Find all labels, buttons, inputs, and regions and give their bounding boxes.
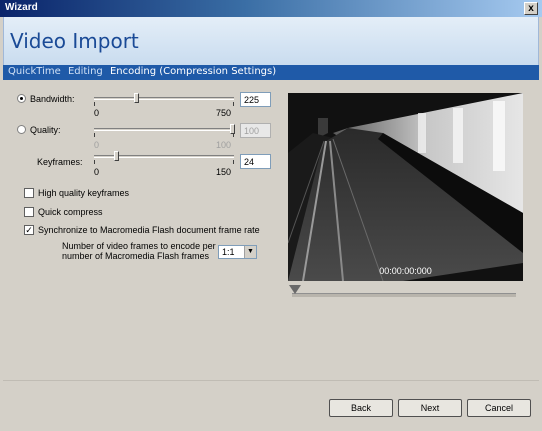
next-button[interactable]: Next xyxy=(398,399,462,417)
tick-mark xyxy=(233,160,234,164)
bandwidth-max-label: 750 xyxy=(216,108,232,118)
page-title: Video Import xyxy=(10,29,139,53)
close-icon: x xyxy=(528,3,534,14)
bandwidth-radio[interactable] xyxy=(17,94,26,103)
keyframes-max-label: 150 xyxy=(216,167,232,177)
bandwidth-value-field[interactable]: 225 xyxy=(240,92,271,107)
bandwidth-slider-thumb[interactable] xyxy=(134,93,139,103)
high-quality-keyframes-checkbox[interactable] xyxy=(24,188,34,198)
frames-ratio-select[interactable]: 1:1 ▼ xyxy=(218,245,257,259)
frames-encode-label-line2: number of Macromedia Flash frames xyxy=(62,251,210,261)
quality-slider-thumb[interactable] xyxy=(230,124,235,134)
chevron-down-icon[interactable]: ▼ xyxy=(244,246,256,258)
keyframes-value-field[interactable]: 24 xyxy=(240,154,271,169)
quality-max-label: 100 xyxy=(216,140,232,150)
back-button[interactable]: Back xyxy=(329,399,393,417)
bandwidth-slider-track[interactable] xyxy=(94,97,234,100)
synchronize-frame-rate-label: Synchronize to Macromedia Flash document… xyxy=(38,225,260,235)
video-frame-image xyxy=(288,93,523,281)
keyframes-min-label: 0 xyxy=(94,167,100,177)
breadcrumb-item-editing: Editing xyxy=(67,66,103,77)
footer-divider xyxy=(3,380,539,381)
timeline-scrubber-thumb[interactable] xyxy=(289,285,301,294)
breadcrumb: QuickTime Editing Encoding (Compression … xyxy=(3,65,539,80)
quality-label: Quality: xyxy=(30,125,61,135)
timeline-scrubber-track[interactable] xyxy=(292,293,516,297)
close-button[interactable]: x xyxy=(524,2,538,15)
keyframes-label: Keyframes: xyxy=(37,157,83,167)
quality-radio[interactable] xyxy=(17,125,26,134)
frames-encode-label-line1: Number of video frames to encode per xyxy=(62,241,216,251)
synchronize-frame-rate-checkbox[interactable]: ✓ xyxy=(24,225,34,235)
quick-compress-checkbox[interactable] xyxy=(24,207,34,217)
quality-value-field[interactable]: 100 xyxy=(240,123,271,138)
cancel-button[interactable]: Cancel xyxy=(467,399,531,417)
keyframes-slider-thumb[interactable] xyxy=(114,151,119,161)
bandwidth-label: Bandwidth: xyxy=(30,94,75,104)
timecode: 00:00:00:000 xyxy=(379,266,432,276)
window-title: Wizard xyxy=(5,2,38,13)
bandwidth-min-label: 0 xyxy=(94,108,100,118)
video-preview: 00:00:00:000 xyxy=(288,93,523,281)
high-quality-keyframes-label: High quality keyframes xyxy=(38,188,130,198)
breadcrumb-item-encoding: Encoding (Compression Settings) xyxy=(109,66,277,77)
quality-min-label: 0 xyxy=(94,140,100,150)
tick-mark xyxy=(94,133,95,137)
title-bar: Wizard x xyxy=(0,0,542,17)
tick-mark xyxy=(233,102,234,106)
quality-slider-track[interactable] xyxy=(94,128,234,131)
tick-mark xyxy=(94,160,95,164)
frames-ratio-value: 1:1 xyxy=(222,247,235,257)
breadcrumb-item-quicktime: QuickTime xyxy=(8,66,61,77)
tick-mark xyxy=(94,102,95,106)
wizard-header: Video Import xyxy=(3,17,539,65)
quick-compress-label: Quick compress xyxy=(38,207,103,217)
